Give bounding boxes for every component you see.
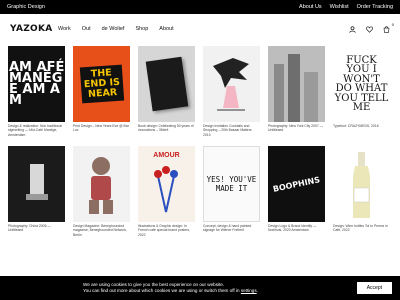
top-links: About Us Wishlist Order Tracking [299,4,393,10]
accept-button[interactable]: Accept [356,282,392,294]
product-card[interactable]: FUCK YOU I WON'T DO WHAT YOU TELL ME Typ… [333,46,390,146]
cart-count-badge: 0 [391,21,394,27]
cookie-line-2: You can find out more about which cookie… [83,288,258,293]
header-icons: 0 [349,22,394,33]
settings-link[interactable]: settings [241,288,257,293]
heart-icon[interactable] [366,26,373,33]
product-caption[interactable]: Design Invitation Cocktails and Shopping… [203,124,260,146]
product-card[interactable]: Design Invitation Cocktails and Shopping… [203,46,260,146]
product-caption[interactable]: Photography: New York City 2007 — Untitl… [268,124,325,146]
product-caption[interactable]: Book design: Celebrating 50 years of inn… [138,124,195,146]
product-image[interactable]: FUCK YOU I WON'T DO WHAT YOU TELL ME [333,46,390,122]
product-caption[interactable]: Concept, design & hand painted signage f… [203,224,260,246]
product-card[interactable]: Photography: China 2006 — Untitleaed [8,146,65,246]
thumb-text: FUCK YOU I WON'T DO WHAT YOU TELL ME [334,54,389,113]
product-image[interactable] [333,146,390,222]
order-tracking-link[interactable]: Order Tracking [357,4,393,10]
site-tagline: Graphic Design [7,4,45,10]
product-image[interactable]: AM AFÉ MANÈGE AM AM [8,46,65,122]
china-photo [26,164,48,200]
product-image[interactable] [138,46,195,122]
nav-de-wolief[interactable]: de Wolief [102,26,125,32]
thumb-text: AM AFÉ MANÈGE AM AM [9,60,65,108]
product-image[interactable]: YES! YOU'VE MADE IT [203,146,260,222]
product-card[interactable]: AM AFÉ MANÈGE AM AM Design & realization… [8,46,65,146]
product-caption[interactable]: Photography: China 2006 — Untitleaed [8,224,65,246]
top-bar: Graphic Design About Us Wishlist Order T… [0,0,400,14]
thumb-text: BOOPHINS [272,174,321,194]
product-card[interactable]: THE END IS NEAR Print Design – New Years… [73,46,130,146]
logo[interactable]: YAZOKA [10,24,58,34]
nav-work[interactable]: Work [58,26,71,32]
product-card[interactable]: Design: Wine bottles Toi to Perma in Caf… [333,146,390,246]
product-card[interactable]: Photography: New York City 2007 — Untitl… [268,46,325,146]
about-us-link[interactable]: About Us [299,4,322,10]
nav-out[interactable]: Out [82,26,91,32]
cookie-line-2-text: You can find out more about which cookie… [83,288,240,293]
product-row: Photography: China 2006 — Untitleaed Des… [8,146,392,246]
product-grid: AM AFÉ MANÈGE AM AM Design & realization… [8,46,392,246]
bird-illustration [213,58,249,111]
figure-illustration [89,157,113,214]
nav-about[interactable]: About [159,26,173,32]
city-photo [268,46,325,122]
product-card[interactable]: YES! YOU'VE MADE IT Concept, design & ha… [203,146,260,246]
product-card[interactable]: BOOPHINS Design Logo & Brand Identity — … [268,146,325,246]
thumb-text: AMOUR [153,152,180,159]
header: YAZOKA Work Out de Wolief Shop About 0 [0,14,400,44]
cart-icon[interactable]: 0 [383,22,394,33]
product-image[interactable] [203,46,260,122]
product-caption[interactable]: Print Design – New Years Eve @ Bar Lux [73,124,130,146]
product-image[interactable]: BOOPHINS [268,146,325,222]
product-caption[interactable]: Typefont: CRAZYMEDS, 2016 [333,124,390,146]
product-caption[interactable]: Illustrations & Graphic design: In Frenc… [138,224,195,246]
thumb-text: THE END IS NEAR [79,64,124,104]
nav-shop[interactable]: Shop [135,26,148,32]
product-caption[interactable]: Design & realization: Non traditional si… [8,124,65,146]
product-card[interactable]: Book design: Celebrating 50 years of inn… [138,46,195,146]
user-icon[interactable] [349,25,356,33]
product-caption[interactable]: Design Logo & Brand Identity — Noelhuis,… [268,224,325,246]
book-shape [145,56,188,112]
product-image[interactable] [73,146,130,222]
product-caption[interactable]: Design: Wine bottles Toi to Perma in Caf… [333,224,390,246]
thumb-text: YES! YOU'VE MADE IT [206,175,257,193]
product-image[interactable] [8,146,65,222]
product-row: AM AFÉ MANÈGE AM AM Design & realization… [8,46,392,146]
main-nav: Work Out de Wolief Shop About [58,26,174,32]
cookie-banner: We are using cookies to give you the bes… [0,276,400,300]
product-image[interactable] [268,46,325,122]
wishlist-link[interactable]: Wishlist [330,4,349,10]
product-card[interactable]: AMOUR Illustrations & Graphic design: In… [138,146,195,246]
product-image[interactable]: THE END IS NEAR [73,46,130,122]
product-caption[interactable]: Design Magazine: Beneghounded magazine, … [73,224,130,246]
cookie-text: We are using cookies to give you the bes… [83,282,258,294]
product-card[interactable]: Design Magazine: Beneghounded magazine, … [73,146,130,246]
bottle-illustration [353,152,370,218]
product-image[interactable]: AMOUR [138,146,195,222]
